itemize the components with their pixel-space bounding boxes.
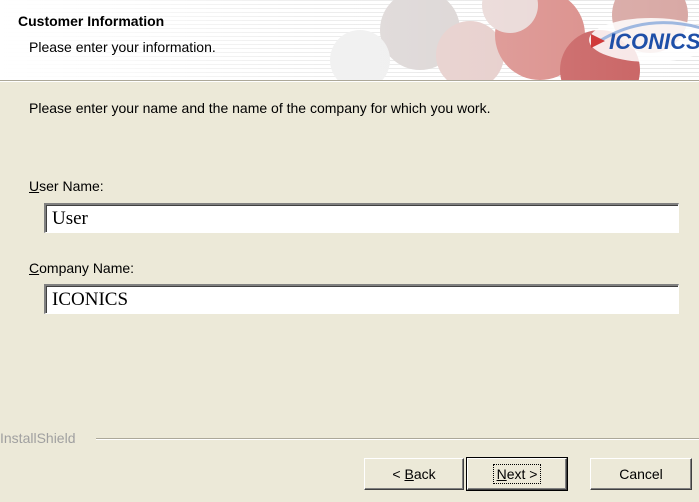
next-button[interactable]: Next >	[466, 457, 568, 491]
next-accel: N	[496, 466, 507, 482]
header-divider	[0, 80, 699, 82]
logo-text: ICONICS	[609, 29, 699, 54]
instruction-text: Please enter your name and the name of t…	[29, 100, 491, 116]
company-name-input[interactable]	[44, 284, 679, 314]
installshield-brand: InstallShield	[0, 430, 76, 446]
back-rest: ack	[413, 466, 436, 482]
iconics-logo: ICONICS	[589, 18, 699, 62]
next-rest: ext >	[506, 466, 538, 482]
user-name-label: User Name:	[29, 178, 104, 194]
back-button[interactable]: < Back	[364, 458, 464, 490]
user-name-input[interactable]	[44, 203, 679, 233]
company-name-accel: C	[29, 260, 40, 276]
company-name-label: Company Name:	[29, 260, 134, 276]
company-name-label-text: ompany Name:	[39, 260, 135, 276]
cancel-button[interactable]: Cancel	[590, 458, 692, 490]
user-name-accel: U	[29, 178, 40, 194]
footer-divider	[96, 438, 699, 440]
back-prefix: <	[392, 466, 405, 482]
page-subtitle: Please enter your information.	[29, 39, 216, 55]
cancel-button-label: Cancel	[619, 466, 663, 482]
next-button-label: Next >	[492, 464, 542, 484]
back-accel: B	[404, 466, 414, 482]
wizard-header: Customer Information Please enter your i…	[0, 0, 699, 80]
back-button-label: < Back	[389, 465, 438, 483]
user-name-label-text: ser Name:	[39, 178, 104, 194]
page-title: Customer Information	[18, 13, 165, 29]
